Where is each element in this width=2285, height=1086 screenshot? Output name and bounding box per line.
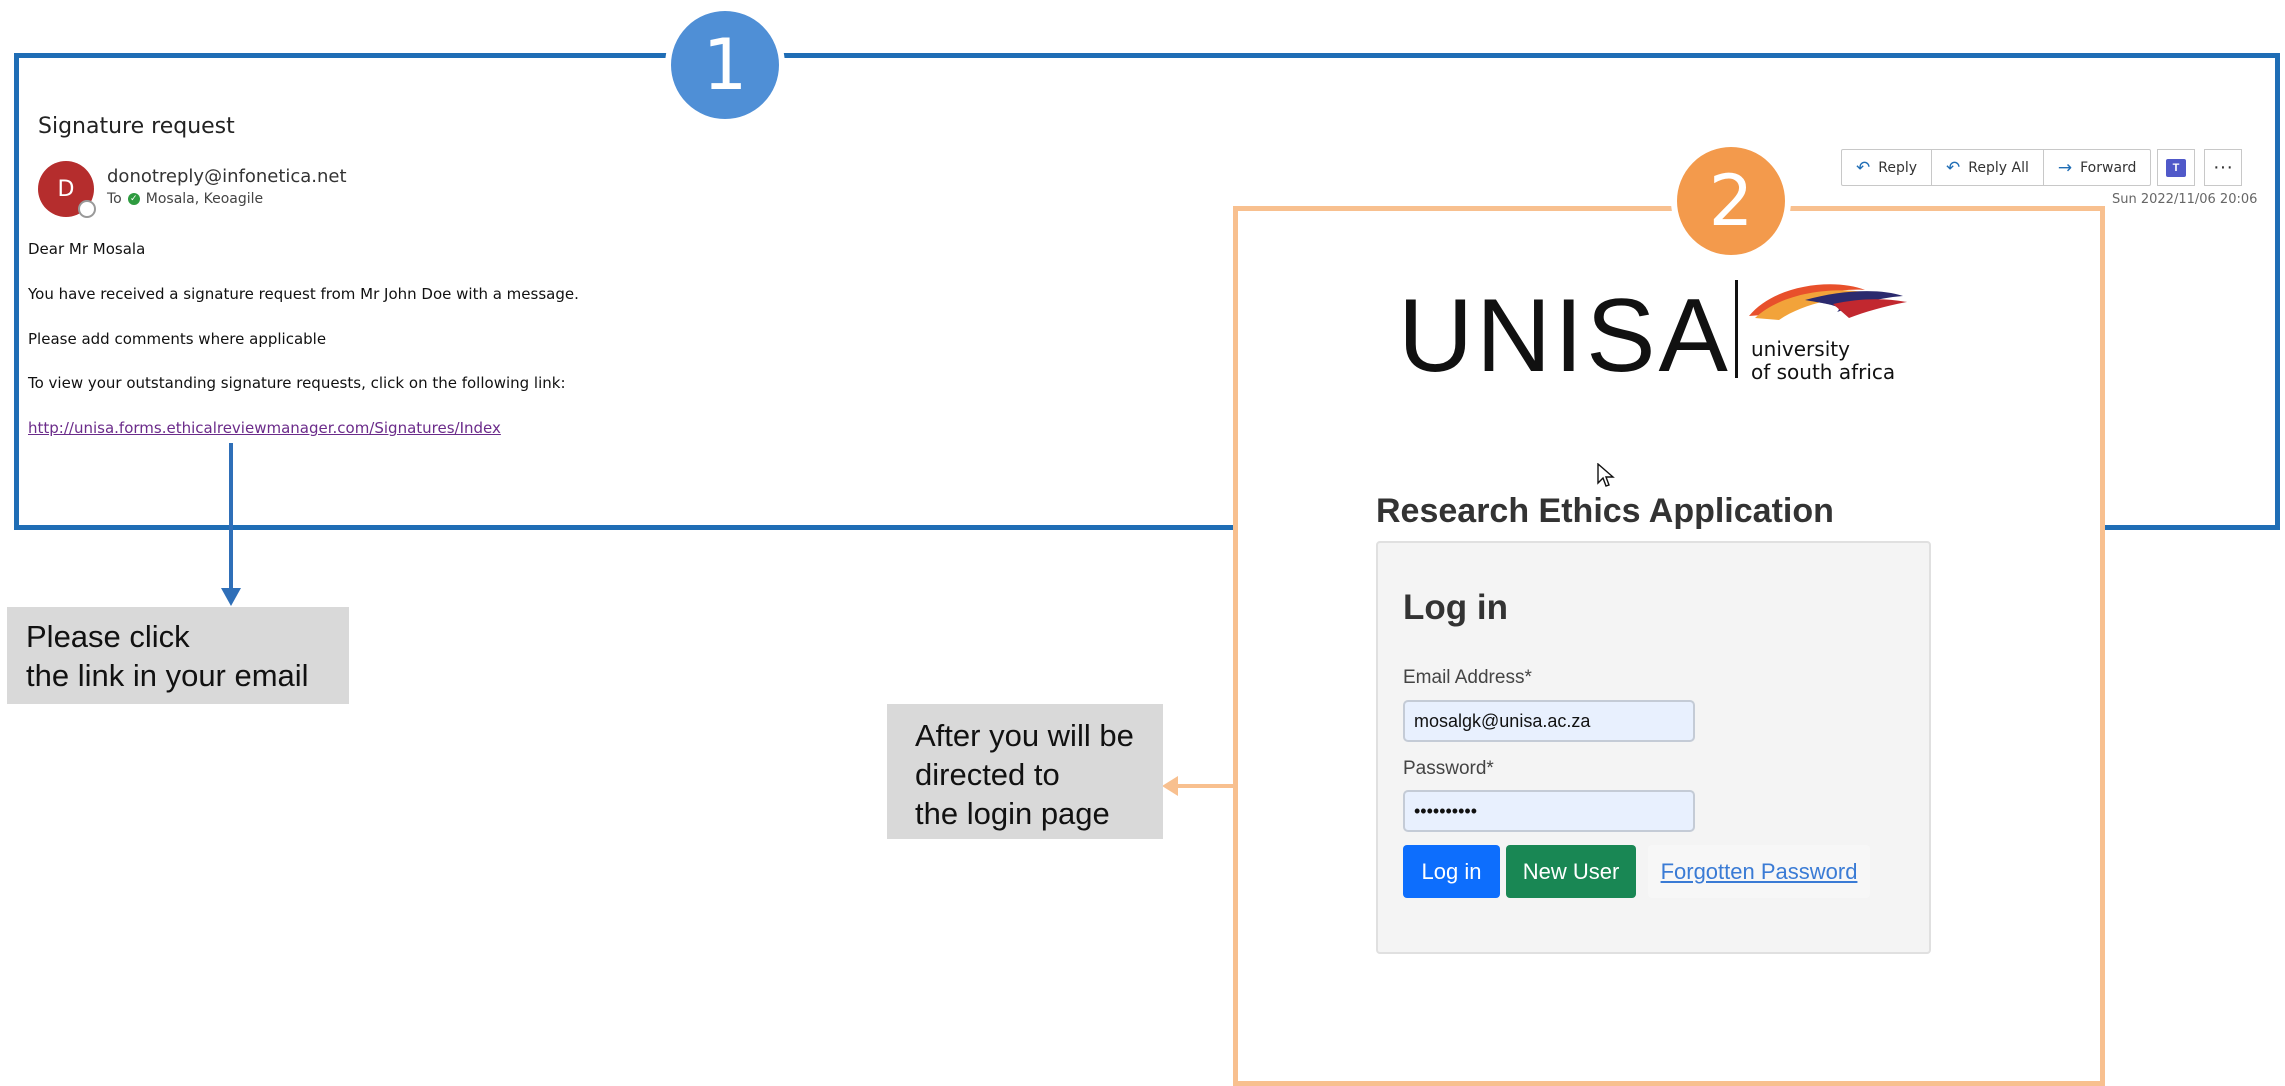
reply-all-icon: ↶ [1946, 157, 1961, 178]
reply-icon: ↶ [1856, 157, 1871, 178]
callout-line: the link in your email [26, 658, 309, 693]
forward-label: Forward [2080, 159, 2137, 176]
login-heading: Log in [1403, 588, 1508, 627]
logo-divider [1735, 280, 1738, 378]
arrow-left-connector [1176, 784, 1233, 788]
email-field-label: Email Address* [1403, 667, 1532, 688]
forward-button[interactable]: → Forward [2044, 150, 2151, 185]
email-timestamp: Sun 2022/11/06 20:06 [2112, 192, 2258, 207]
email-subject: Signature request [38, 114, 235, 139]
signature-request-link[interactable]: http://unisa.forms.ethicalreviewmanager.… [28, 419, 501, 437]
more-button[interactable]: ··· [2204, 149, 2242, 186]
callout-login-page: After you will be directed to the login … [887, 704, 1163, 839]
callout-line: the login page [915, 796, 1110, 831]
step-1-badge: 1 [665, 5, 785, 125]
page-title: Research Ethics Application [1376, 492, 1834, 530]
password-field-label: Password* [1403, 758, 1494, 779]
arrow-down-head-icon [221, 588, 241, 606]
reply-button[interactable]: ↶ Reply [1842, 150, 1933, 185]
unisa-logo-icon [1749, 284, 1907, 320]
new-user-button[interactable]: New User [1506, 845, 1636, 898]
arrow-down-connector [229, 443, 233, 593]
step-2-badge: 2 [1671, 141, 1791, 261]
email-body-line: Please add comments where applicable [28, 330, 327, 348]
email-greeting: Dear Mr Mosala [28, 240, 146, 258]
teams-button[interactable]: T [2157, 149, 2195, 186]
reply-all-button[interactable]: ↶ Reply All [1932, 150, 2044, 185]
callout-line: Please click [26, 619, 190, 654]
recipient-name[interactable]: Mosala, Keoagile [146, 191, 263, 207]
email-field[interactable] [1403, 700, 1695, 742]
email-sender[interactable]: donotreply@infonetica.net [107, 166, 347, 187]
presence-status-icon [78, 200, 96, 218]
callout-line: After you will be [915, 718, 1134, 753]
email-action-bar: ↶ Reply ↶ Reply All → Forward [1841, 149, 2152, 186]
reply-all-label: Reply All [1968, 159, 2029, 176]
teams-icon: T [2166, 158, 2186, 177]
cursor-icon [1597, 463, 1615, 487]
unisa-logo-text: UNISA [1398, 278, 1731, 394]
unisa-logo-subtitle: of south africa [1751, 360, 1896, 384]
forward-icon: → [2057, 157, 2073, 178]
unisa-logo-subtitle: university [1751, 337, 1850, 361]
more-icon: ··· [2213, 156, 2233, 178]
callout-click-link: Please click the link in your email [7, 607, 349, 704]
password-field[interactable] [1403, 790, 1695, 832]
callout-line: directed to [915, 757, 1060, 792]
email-body-line: You have received a signature request fr… [28, 285, 579, 303]
to-label: To [107, 191, 122, 207]
available-check-icon: ✓ [127, 193, 140, 205]
login-button[interactable]: Log in [1403, 845, 1500, 898]
email-body-line: To view your outstanding signature reque… [28, 374, 566, 392]
email-recipient-line: To ✓ Mosala, Keoagile [107, 191, 263, 207]
arrow-left-head-icon [1162, 776, 1178, 796]
forgotten-password-link[interactable]: Forgotten Password [1648, 845, 1870, 898]
reply-label: Reply [1878, 159, 1918, 176]
